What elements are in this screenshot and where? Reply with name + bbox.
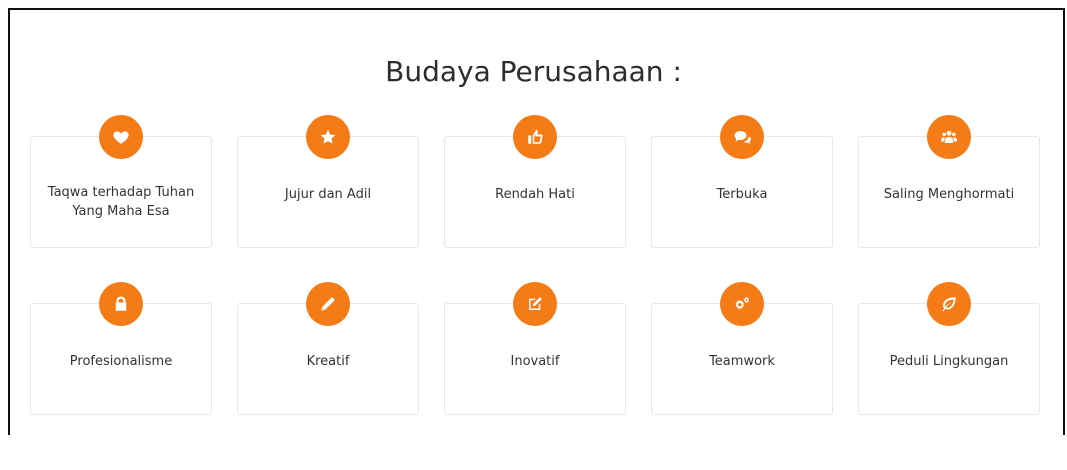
- culture-values-grid: Taqwa terhadap Tuhan Yang Maha Esa Jujur…: [30, 115, 1043, 470]
- value-card-jujur: Jujur dan Adil: [237, 115, 419, 248]
- section-title: Budaya Perusahaan :: [385, 55, 682, 88]
- value-card-inovatif: Inovatif: [444, 282, 626, 415]
- pencil-icon: [306, 282, 350, 326]
- value-label: Teamwork: [709, 354, 775, 369]
- value-card-rendah-hati: Rendah Hati: [444, 115, 626, 248]
- value-label: Saling Menghormati: [883, 187, 1015, 202]
- value-card-peduli-lingkungan: Peduli Lingkungan: [858, 282, 1040, 415]
- gears-icon: [720, 282, 764, 326]
- value-card-profesionalisme: Profesionalisme: [30, 282, 212, 415]
- heart-icon: [99, 115, 143, 159]
- edit-icon: [513, 282, 557, 326]
- values-row-1: Taqwa terhadap Tuhan Yang Maha Esa Jujur…: [30, 115, 1043, 248]
- value-card-taqwa: Taqwa terhadap Tuhan Yang Maha Esa: [30, 115, 212, 248]
- users-icon: [927, 115, 971, 159]
- value-label: Profesionalisme: [69, 354, 173, 369]
- value-card-saling-menghormati: Saling Menghormati: [858, 115, 1040, 248]
- leaf-icon: [927, 282, 971, 326]
- value-label: Taqwa terhadap Tuhan Yang Maha Esa: [47, 185, 195, 219]
- value-label: Rendah Hati: [495, 187, 575, 202]
- value-card-teamwork: Teamwork: [651, 282, 833, 415]
- values-row-2: Profesionalisme Kreatif Inovatif Teamwor…: [30, 282, 1043, 415]
- value-label: Terbuka: [716, 187, 768, 202]
- lock-icon: [99, 282, 143, 326]
- star-icon: [306, 115, 350, 159]
- comments-icon: [720, 115, 764, 159]
- value-label: Jujur dan Adil: [284, 187, 372, 202]
- value-label: Kreatif: [306, 354, 350, 369]
- value-card-kreatif: Kreatif: [237, 282, 419, 415]
- value-label: Inovatif: [510, 354, 560, 369]
- value-card-terbuka: Terbuka: [651, 115, 833, 248]
- value-label: Peduli Lingkungan: [889, 354, 1009, 369]
- thumbs-up-icon: [513, 115, 557, 159]
